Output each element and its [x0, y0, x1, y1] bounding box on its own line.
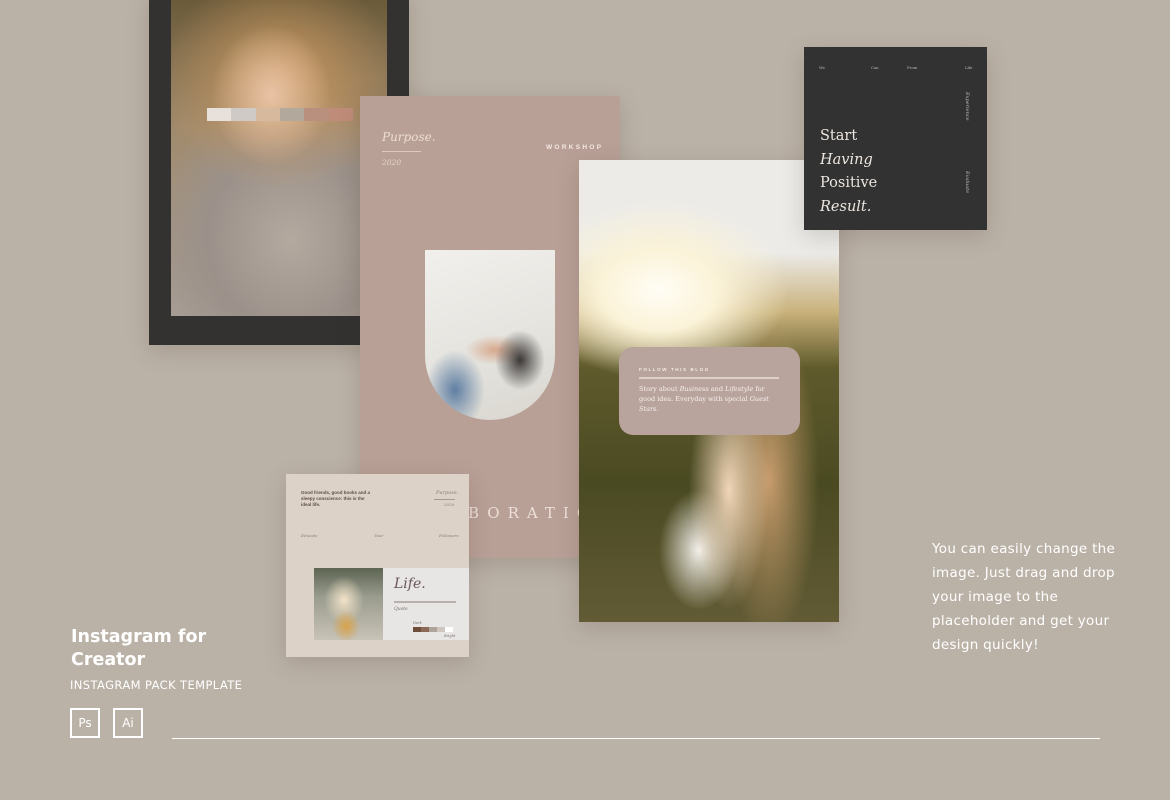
tone-step	[429, 627, 437, 632]
life-quote: Quote	[394, 607, 408, 612]
workshop-label: WORKSHOP	[546, 144, 604, 151]
meta-tour: Tour	[374, 533, 384, 538]
collaboration-text: BORATIO	[468, 504, 598, 522]
swatch	[231, 108, 256, 121]
life-photo-placeholder[interactable]	[314, 568, 383, 640]
side-label-experience: Experience	[964, 92, 970, 121]
swatch	[304, 108, 329, 121]
divider	[639, 377, 779, 379]
illustrator-icon: Ai	[113, 708, 143, 738]
purpose-year: 2020	[382, 158, 402, 167]
life-panel: Life. Quote Dark Bright	[314, 568, 469, 640]
text-emphasis: Business	[679, 385, 709, 393]
meta-followers: Followers	[439, 533, 459, 538]
text-emphasis: Lifestyle	[725, 385, 754, 393]
quote-nav: We Can From Life	[819, 65, 973, 73]
beige-purpose: Purpose.	[436, 490, 459, 496]
quote-line: Positive	[820, 175, 878, 191]
product-title: Instagram for Creator	[71, 626, 206, 672]
post-template-life: Good friends, good books and a sleepy co…	[286, 474, 469, 657]
text: .	[656, 405, 659, 413]
divider	[434, 499, 455, 500]
swatch	[207, 108, 232, 121]
dark-label: Dark	[413, 621, 422, 625]
quote-text: Start Having Positive Result.	[820, 125, 877, 219]
quote-line: Result.	[820, 198, 872, 215]
blog-label: FOLLOW THIS BLOG	[639, 367, 710, 372]
description-text: You can easily change the image. Just dr…	[932, 541, 1116, 653]
swatch	[328, 108, 353, 121]
post-template-quote: We Can From Life Start Having Positive R…	[804, 47, 987, 230]
divider	[394, 601, 456, 603]
nav-word: We	[819, 65, 825, 70]
meta-educate: Educate	[301, 533, 318, 538]
quote-line: Start	[820, 128, 858, 144]
tone-step	[445, 627, 453, 632]
beige-quote: Good friends, good books and a sleepy co…	[301, 490, 371, 507]
beige-year: 2020	[444, 502, 455, 507]
portrait-photo-placeholder[interactable]	[171, 0, 387, 316]
bright-label: Bright	[444, 634, 456, 638]
swatch	[255, 108, 280, 121]
follow-blog-box: FOLLOW THIS BLOG Story about Business an…	[619, 347, 800, 435]
color-palette-swatches	[207, 108, 353, 121]
tone-gradient-bar	[413, 627, 453, 632]
product-subtitle: INSTAGRAM PACK TEMPLATE	[70, 678, 243, 692]
purpose-title: Purpose.	[382, 130, 436, 144]
arch-photo-placeholder[interactable]	[425, 250, 555, 420]
text: and	[708, 385, 726, 393]
side-label-evaluate: Evaluate	[964, 171, 970, 194]
divider	[382, 151, 421, 152]
tone-step	[437, 627, 445, 632]
story-template-blog: FOLLOW THIS BLOG Story about Business an…	[579, 160, 839, 622]
tone-step	[421, 627, 429, 632]
title-line: Creator	[71, 650, 146, 670]
title-line: Instagram for	[71, 627, 207, 647]
nav-word: From	[907, 65, 918, 70]
nav-word: Can	[871, 65, 879, 70]
text: Story about	[639, 385, 680, 393]
tone-step	[413, 627, 421, 632]
life-title: Life.	[394, 576, 426, 592]
nav-word: Life	[965, 65, 973, 70]
quote-line: Having	[820, 151, 873, 168]
swatch	[279, 108, 305, 121]
divider-line	[172, 738, 1100, 739]
blog-description: Story about Business and Lifestyle for g…	[639, 384, 781, 414]
photoshop-icon: Ps	[70, 708, 100, 738]
